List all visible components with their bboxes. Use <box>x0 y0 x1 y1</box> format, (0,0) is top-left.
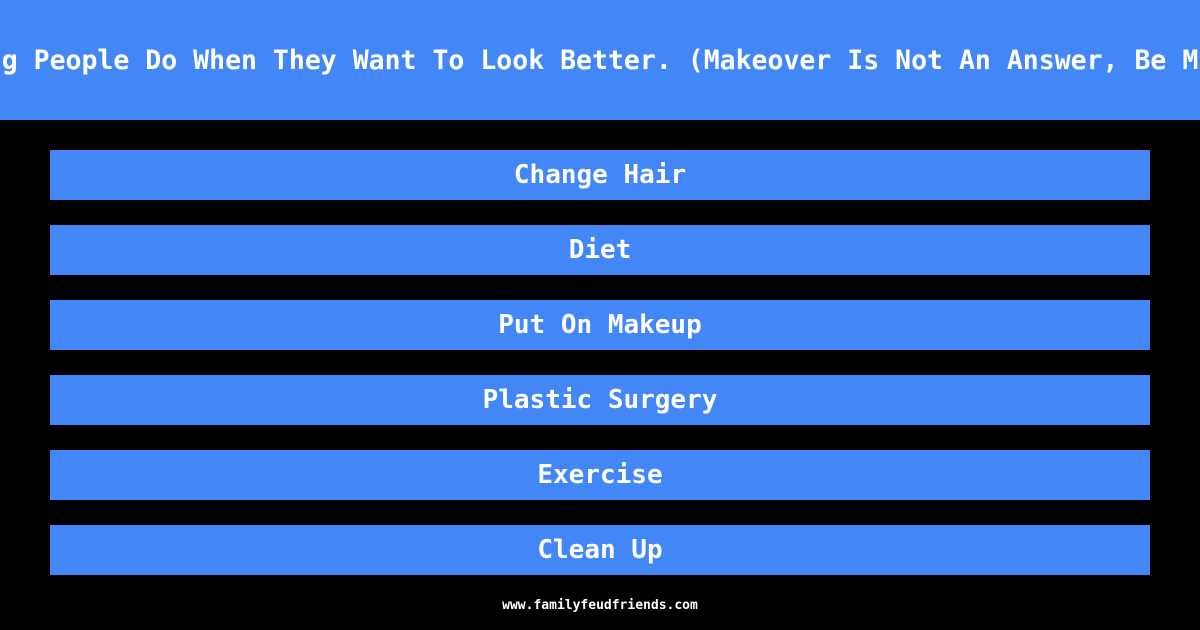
site-url: www.familyfeudfriends.com <box>502 598 698 613</box>
question-header: g People Do When They Want To Look Bette… <box>0 0 1200 120</box>
answer-bar: Change Hair <box>50 150 1150 200</box>
answer-bar: Put On Makeup <box>50 300 1150 350</box>
answer-bar: Diet <box>50 225 1150 275</box>
question-title: g People Do When They Want To Look Bette… <box>1 44 1199 76</box>
answer-bar: Plastic Surgery <box>50 375 1150 425</box>
answer-bar: Exercise <box>50 450 1150 500</box>
answer-bar: Clean Up <box>50 525 1150 575</box>
